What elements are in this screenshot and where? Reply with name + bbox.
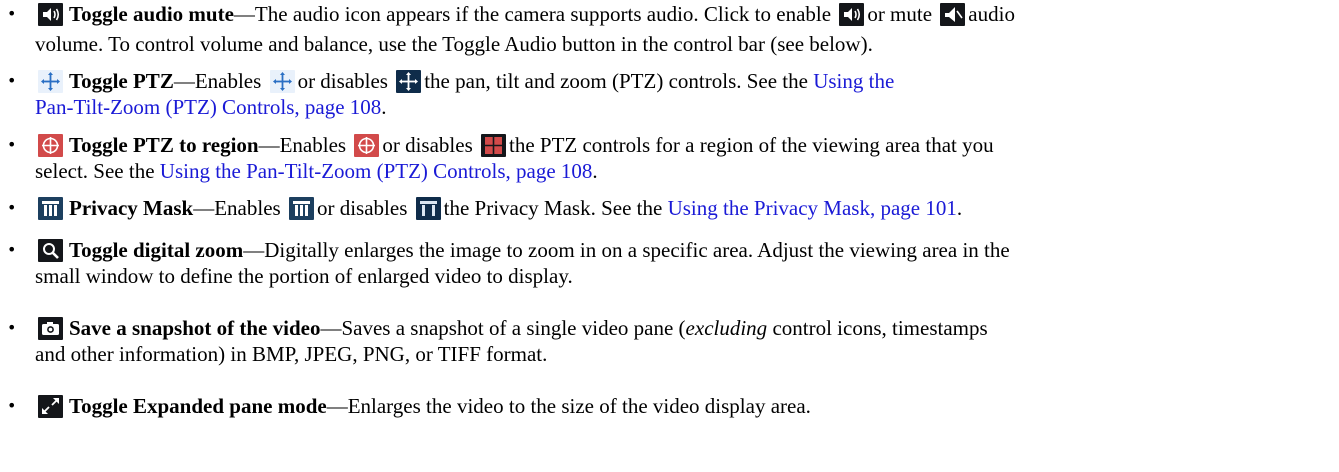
item-text: —Enables [173, 69, 262, 93]
item-line: Toggle audio mute—The audio icon appears… [34, 2, 1015, 26]
ptz-move-icon [269, 70, 295, 93]
item-text: select. See the [35, 159, 155, 183]
item-text: . [381, 95, 387, 119]
privacy-mask-icon [288, 197, 314, 220]
item-text: —Enables [258, 133, 347, 157]
item-term: Toggle PTZ to region [69, 133, 259, 157]
item-line: Pan-Tilt-Zoom (PTZ) Controls, page 108. [35, 95, 387, 119]
item-text: or disables [297, 69, 388, 93]
speaker-on-icon [839, 3, 865, 26]
item-text: —Enlarges the video to the size of the v… [326, 394, 811, 418]
item-line: Toggle digital zoom—Digitally enlarges t… [34, 238, 1010, 262]
expand-icon [38, 395, 63, 418]
ptz-region-icon [354, 134, 380, 157]
speaker-on-icon [38, 3, 63, 26]
link-using-ptz[interactable]: Pan-Tilt-Zoom (PTZ) Controls, page 108 [35, 95, 381, 119]
item-emphasis: excluding [685, 316, 768, 340]
item-term: Toggle PTZ [69, 69, 174, 93]
item-text: control icons, timestamps [767, 316, 988, 340]
item-text: . [592, 159, 598, 183]
item-text: the Privacy Mask. See the [443, 196, 663, 220]
item-term: Toggle audio mute [69, 2, 234, 26]
item-text: —Enables [193, 196, 281, 220]
speaker-mute-icon [940, 3, 966, 26]
item-term: Toggle digital zoom [69, 238, 244, 262]
item-line: volume. To control volume and balance, u… [35, 32, 873, 56]
item-text: the PTZ controls for a region of the vie… [509, 133, 994, 157]
link-using-ptz[interactable]: Using the Pan-Tilt-Zoom (PTZ) Controls, … [160, 159, 593, 183]
bullet: • [7, 135, 17, 154]
bullet: • [7, 4, 17, 23]
item-text: . [956, 196, 963, 220]
item-text: —The audio icon appears if the camera su… [233, 2, 832, 26]
item-line: Toggle PTZ—Enables or disables the pan, … [34, 69, 894, 93]
ptz-move-icon [396, 70, 422, 93]
item-line: small window to define the portion of en… [35, 264, 573, 288]
item-line: Privacy Mask—Enables or disables the Pri… [34, 196, 962, 220]
item-term: Toggle Expanded pane mode [69, 394, 327, 418]
ptz-move-icon [38, 70, 63, 93]
privacy-mask-icon [38, 197, 63, 220]
camera-icon [38, 317, 63, 340]
item-term: Save a snapshot of the video [69, 316, 321, 340]
ptz-region-icon [481, 134, 506, 157]
item-line: select. See the Using the Pan-Tilt-Zoom … [35, 159, 598, 183]
item-text: the pan, tilt and zoom (PTZ) controls. S… [424, 69, 808, 93]
magnifier-icon [38, 239, 63, 262]
feature-list: • Toggle audio mute—The audio icon appea… [0, 0, 1339, 472]
bullet: • [7, 396, 17, 415]
item-line: Toggle PTZ to region—Enables or disables… [34, 133, 994, 157]
item-text: or mute [867, 2, 933, 26]
item-term: Privacy Mask [69, 196, 194, 220]
item-text: audio [968, 2, 1015, 26]
item-text: or disables [316, 196, 408, 220]
item-line: Toggle Expanded pane mode—Enlarges the v… [34, 394, 811, 418]
bullet: • [7, 198, 17, 217]
item-text: —Saves a snapshot of a single video pane… [320, 316, 686, 340]
item-line: and other information) in BMP, JPEG, PNG… [35, 342, 548, 366]
link-using-ptz[interactable]: Using the [813, 69, 894, 93]
bullet: • [7, 318, 17, 337]
ptz-region-icon [38, 134, 63, 157]
bullet: • [7, 240, 17, 259]
item-text: or disables [382, 133, 473, 157]
item-text: —Digitally enlarges the image to zoom in… [243, 238, 1010, 262]
privacy-mask-icon [415, 197, 441, 220]
bullet: • [7, 71, 17, 90]
link-privacy-mask[interactable]: Using the Privacy Mask, page 101 [668, 196, 957, 220]
item-line: Save a snapshot of the video—Saves a sna… [34, 316, 988, 340]
